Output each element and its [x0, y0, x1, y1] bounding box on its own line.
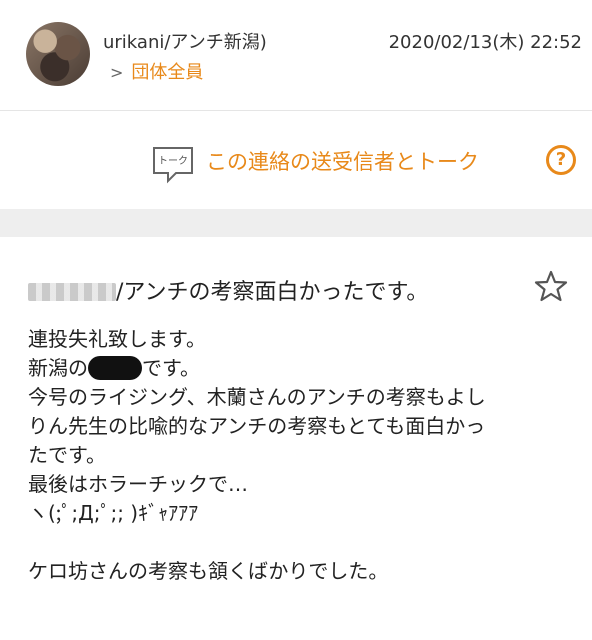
avatar[interactable]	[26, 22, 90, 86]
message-title-text: /アンチの考察面白かったです。	[116, 280, 429, 305]
message-header: urikani/アンチ新潟) > 団体全員 2020/02/13(木) 22:52	[0, 0, 592, 111]
message-line-part: 新潟の	[28, 356, 88, 380]
message-line: ケロ坊さんの考察も頷くばかりでした。	[28, 559, 389, 583]
star-icon[interactable]	[534, 269, 568, 303]
message-title: /アンチの考察面白かったです。	[28, 274, 428, 306]
message-line-part: です。	[142, 356, 200, 380]
message-line: 連投失礼致します。	[28, 327, 206, 351]
talk-bubble-icon[interactable]: トーク	[150, 145, 196, 185]
redacted-blob	[88, 356, 142, 380]
section-divider	[0, 209, 592, 237]
message-line: 最後はホラーチックで…	[28, 472, 248, 496]
message-datetime: 2020/02/13(木) 22:52	[388, 32, 582, 53]
recipient-group[interactable]: > 団体全員	[110, 58, 203, 84]
message-line: たです。	[28, 443, 106, 467]
talk-icon-text: トーク	[158, 155, 188, 167]
recipient-group-label: 団体全員	[131, 62, 204, 83]
message-line: りん先生の比喩的なアンチの考察もとても面白かっ	[28, 414, 486, 438]
help-icon[interactable]: ?	[546, 145, 576, 175]
message-line: 今号のライジング、木蘭さんのアンチの考察もよし	[28, 385, 486, 409]
message-text: 連投失礼致します。 新潟の です。 今号のライジング、木蘭さんのアンチの考察もよし…	[28, 325, 568, 586]
sender-name: urikani/アンチ新潟)	[103, 32, 267, 53]
message-line: 新潟の です。	[28, 354, 568, 383]
chevron-right-icon: >	[110, 63, 124, 82]
talk-with-recipients-link[interactable]: この連絡の送受信者とトーク	[206, 146, 479, 176]
redacted-name	[28, 283, 116, 301]
message-line: ヽ(;ﾟ;Д;ﾟ;; )ｷﾞｬｱｱｱ	[28, 501, 199, 525]
